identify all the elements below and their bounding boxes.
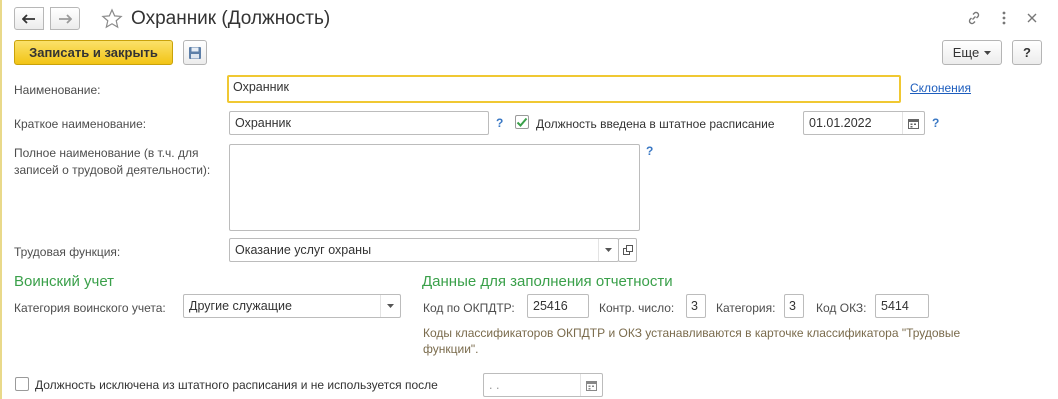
control-number-label: Контр. число: <box>599 301 675 315</box>
classifier-note-line1: Коды классификаторов ОКПДТР и ОКЗ устана… <box>423 326 961 340</box>
labor-function-dropdown-button[interactable] <box>598 239 618 261</box>
save-button[interactable] <box>183 40 207 65</box>
military-category-dropdown-button[interactable] <box>380 295 400 317</box>
staff-schedule-date-input[interactable]: 01.01.2022 <box>803 111 925 135</box>
favorite-star-icon[interactable] <box>100 7 124 31</box>
name-label: Наименование: <box>14 83 101 97</box>
calendar-icon <box>908 118 919 129</box>
control-number-input[interactable]: 3 <box>686 294 706 318</box>
more-menu-icon[interactable] <box>994 8 1014 28</box>
okpdtr-label: Код по ОКПДТР: <box>423 301 515 315</box>
category-input[interactable]: 3 <box>784 294 804 318</box>
category-label: Категория: <box>716 301 776 315</box>
labor-function-open-button[interactable] <box>618 238 637 262</box>
help-button[interactable]: ? <box>1012 40 1042 65</box>
classifier-note-line2: функции". <box>423 342 479 356</box>
labor-function-select[interactable]: Оказание услуг охраны <box>229 238 619 262</box>
checkmark-icon <box>516 117 528 127</box>
full-name-textarea[interactable] <box>229 144 640 231</box>
forward-button[interactable] <box>50 7 80 30</box>
close-icon[interactable] <box>1022 8 1042 28</box>
reporting-section-title: Данные для заполнения отчетности <box>422 273 673 290</box>
excluded-checkbox[interactable] <box>15 377 29 391</box>
short-name-help-mark[interactable]: ? <box>496 116 503 130</box>
full-name-help-mark[interactable]: ? <box>646 144 653 158</box>
excluded-calendar-button[interactable] <box>580 374 602 396</box>
floppy-disk-icon <box>189 46 201 59</box>
window-left-border <box>0 0 2 399</box>
calendar-icon <box>586 380 597 391</box>
military-category-value: Другие служащие <box>189 299 292 313</box>
full-name-label-line2: записей о трудовой деятельности): <box>14 163 211 177</box>
more-actions-label: Еще <box>952 45 980 60</box>
labor-function-value: Оказание услуг охраны <box>235 243 372 257</box>
link-icon[interactable] <box>964 8 984 28</box>
labor-function-label: Трудовая функция: <box>14 245 121 259</box>
back-button[interactable] <box>14 7 44 30</box>
staff-schedule-checkbox[interactable] <box>515 115 529 129</box>
okz-label: Код ОКЗ: <box>816 301 867 315</box>
staff-schedule-label: Должность введена в штатное расписание <box>536 117 775 131</box>
chevron-down-icon <box>605 248 612 252</box>
chevron-down-icon <box>984 50 992 55</box>
chevron-down-icon <box>387 304 394 308</box>
more-actions-button[interactable]: Еще <box>942 40 1002 65</box>
excluded-date-input[interactable]: . . <box>483 373 603 397</box>
excluded-label: Должность исключена из штатного расписан… <box>35 378 438 392</box>
staff-schedule-help-mark[interactable]: ? <box>932 116 939 130</box>
okpdtr-input[interactable]: 25416 <box>527 294 589 318</box>
staff-schedule-date-value: 01.01.2022 <box>809 116 872 130</box>
window-title: Охранник (Должность) <box>131 8 331 29</box>
military-category-label: Категория воинского учета: <box>14 301 166 315</box>
name-input[interactable]: Охранник <box>227 75 901 103</box>
save-and-close-button[interactable]: Записать и закрыть <box>14 40 173 65</box>
calendar-button[interactable] <box>902 112 924 134</box>
okz-input[interactable]: 5414 <box>875 294 929 318</box>
military-section-title: Воинский учет <box>14 273 115 290</box>
excluded-date-placeholder: . . <box>489 378 500 392</box>
declensions-link[interactable]: Склонения <box>910 81 971 95</box>
short-name-input[interactable]: Охранник <box>229 111 489 135</box>
full-name-label-line1: Полное наименование (в т.ч. для <box>14 146 199 160</box>
arrow-left-icon <box>22 13 35 24</box>
open-in-new-icon <box>622 245 633 255</box>
arrow-right-icon <box>59 13 72 24</box>
short-name-label: Краткое наименование: <box>14 117 147 131</box>
military-category-select[interactable]: Другие служащие <box>183 294 401 318</box>
